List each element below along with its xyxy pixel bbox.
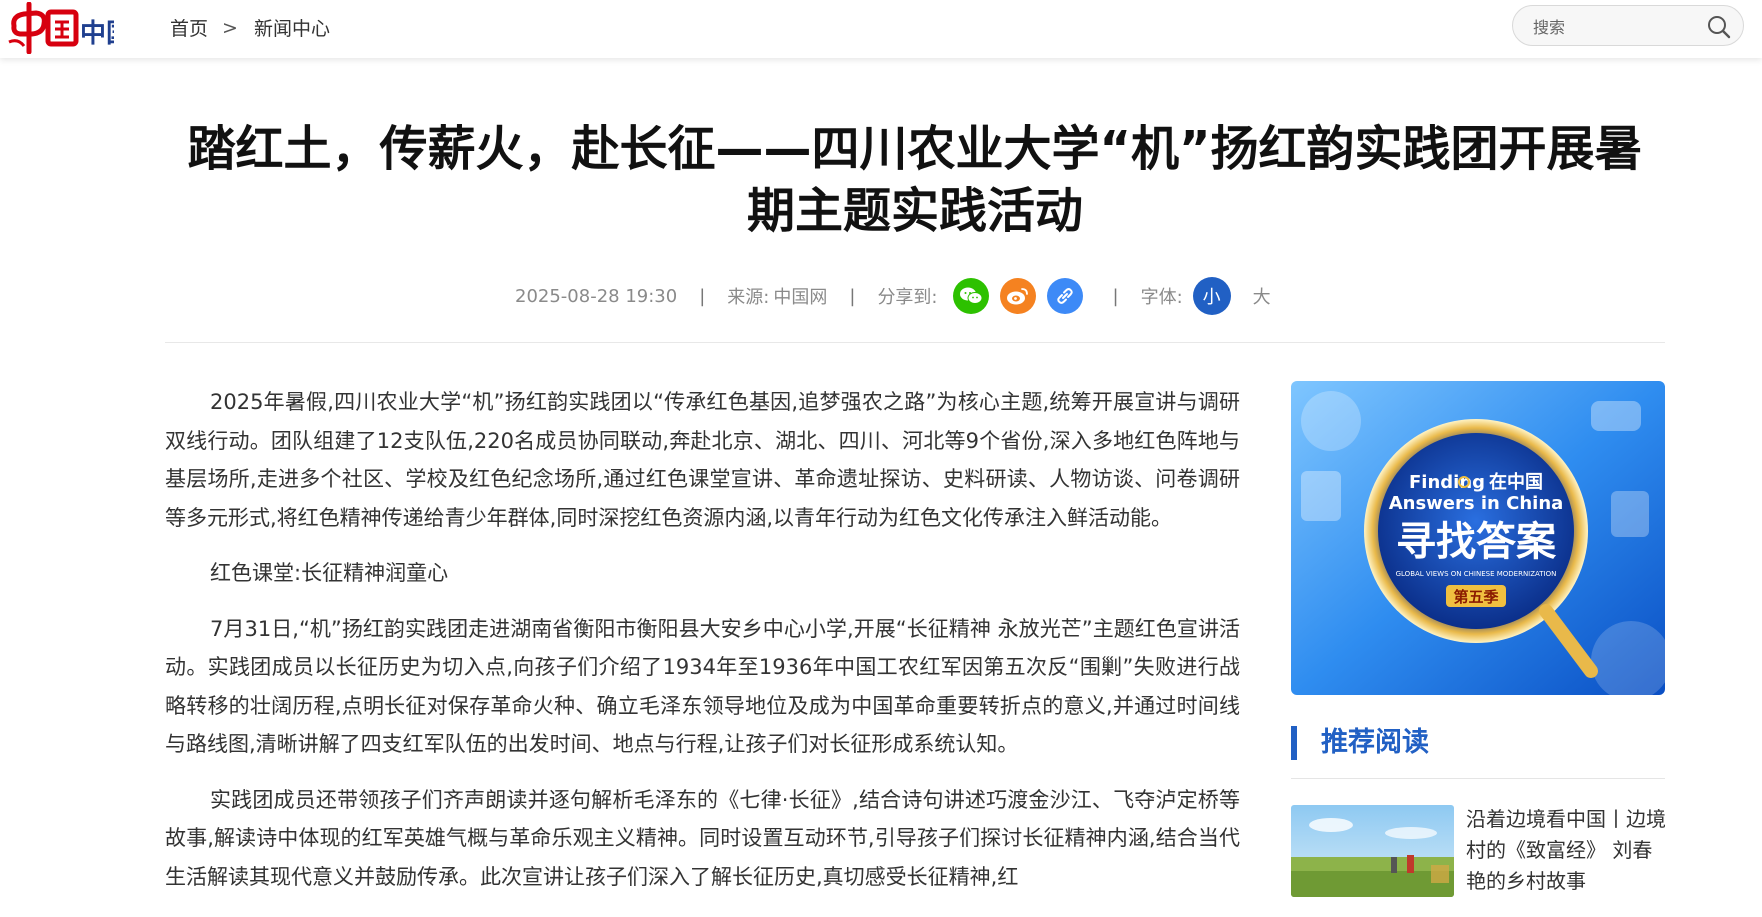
china-net-logo[interactable]: 中国网 <box>6 1 158 55</box>
wechat-icon <box>959 287 983 304</box>
breadcrumb: 首页 > 新闻中心 <box>170 14 330 41</box>
breadcrumb-home-link[interactable]: 首页 <box>170 14 208 41</box>
article-paragraph: 2025年暑假,四川农业大学“机”扬红韵实践团以“传承红色基因,追梦强农之路”为… <box>165 390 1240 530</box>
title-divider <box>165 342 1665 343</box>
article-subheading: 红色课堂:长征精神润童心 <box>210 561 449 585</box>
weibo-share-button[interactable] <box>999 278 1036 314</box>
meta-separator: | <box>1112 285 1119 307</box>
recommended-thumbnail[interactable] <box>1291 805 1454 897</box>
article-paragraph: 7月31日,“机”扬红韵实践团走进湖南省衡阳市衡阳县大安乡中心小学,开展“长征精… <box>165 616 1240 757</box>
article-paragraph: 实践团成员还带领孩子们齐声朗读并逐句解析毛泽东的《七律·长征》,结合诗句讲述巧渡… <box>165 787 1240 889</box>
banner-season: 第五季 <box>1453 588 1498 606</box>
source-label: 来源: <box>727 287 770 308</box>
copy-link-button[interactable] <box>1046 278 1083 314</box>
banner-title-en-1: Finding <box>1409 472 1485 493</box>
breadcrumb-news-center-link[interactable]: 新闻中心 <box>254 14 330 41</box>
breadcrumb-separator: > <box>222 16 238 39</box>
article-body: 2025年暑假,四川农业大学“机”扬红韵实践团以“传承红色基因,追梦强农之路”为… <box>165 383 1240 913</box>
source-name: 中国网 <box>773 287 828 308</box>
font-large-button[interactable]: 大 <box>1253 283 1271 309</box>
publish-datetime: 2025-08-28 19:30 <box>515 285 678 307</box>
banner-subtitle: GLOBAL VIEWS ON CHINESE MODERNIZATION <box>1396 570 1557 578</box>
article-meta: 2025-08-28 19:30 | 来源: 中国网 | 分享到: | 字体: … <box>515 276 1271 316</box>
banner-title-en-2: Answers in China <box>1389 493 1564 514</box>
search-box <box>1512 5 1744 46</box>
meta-separator: | <box>699 285 706 307</box>
banner-main-title: 寻找答案 <box>1396 519 1557 565</box>
share-label: 分享到: <box>877 287 938 308</box>
wechat-share-button[interactable] <box>952 278 989 314</box>
recommended-item[interactable]: 沿着边境看中国丨边境村的《致富经》 刘春艳的乡村故事 <box>1291 805 1666 897</box>
meta-separator: | <box>849 285 856 307</box>
logo-text: 中国网 <box>80 19 114 49</box>
recommended-reading-heading: 推荐阅读 <box>1291 726 1429 760</box>
article-title: 踏红土，传薪火，赴长征——四川农业大学“机”扬红韵实践团开展暑期主题实践活动 <box>187 121 1643 239</box>
recommended-item-title[interactable]: 沿着边境看中国丨边境村的《致富经》 刘春艳的乡村故事 <box>1466 804 1669 897</box>
link-icon <box>1056 288 1073 304</box>
font-small-button[interactable]: 小 <box>1192 277 1231 315</box>
top-navigation-bar: 中国网 首页 > 新闻中心 <box>0 0 1762 58</box>
font-size-label: 字体: <box>1140 287 1183 308</box>
search-input[interactable] <box>1531 15 1705 39</box>
weibo-icon <box>1006 288 1028 305</box>
banner-title-cn-1: 在中国 <box>1489 471 1543 493</box>
recommended-divider <box>1291 778 1665 779</box>
search-icon[interactable] <box>1707 15 1731 39</box>
finding-answers-banner[interactable]: Finding 在中国 Answers in China 寻找答案 GLOBAL… <box>1291 381 1665 695</box>
